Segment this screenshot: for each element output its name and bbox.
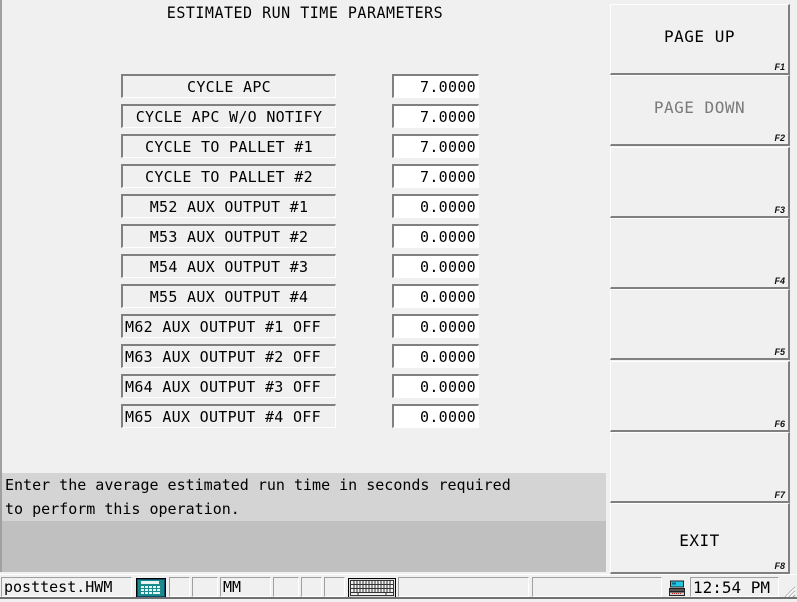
parameter-label: M62 AUX OUTPUT #1 OFF (121, 314, 336, 338)
help-text: Enter the average estimated run time in … (2, 473, 606, 521)
parameter-row: M53 AUX OUTPUT #2 0.0000 (121, 224, 481, 250)
parameter-row: CYCLE TO PALLET #2 7.0000 (121, 164, 481, 190)
function-key-f7-button[interactable]: F7 (610, 432, 790, 503)
function-key-label: PAGE UP (664, 27, 735, 46)
function-key-number: F6 (774, 419, 785, 429)
parameter-value-input[interactable]: 0.0000 (392, 284, 479, 308)
function-key-number: F4 (774, 276, 785, 286)
function-key-number: F1 (774, 62, 785, 72)
status-cell-empty-4 (301, 577, 322, 597)
function-key-number: F2 (774, 133, 785, 143)
parameter-label: CYCLE TO PALLET #1 (121, 134, 336, 158)
status-cell-empty-3 (273, 577, 299, 597)
function-key-f6-button[interactable]: F6 (610, 361, 790, 432)
parameter-row: M62 AUX OUTPUT #1 OFF 0.0000 (121, 314, 481, 340)
resize-grip-icon[interactable] (782, 584, 796, 598)
parameter-label: CYCLE TO PALLET #2 (121, 164, 336, 188)
parameter-label: CYCLE APC (121, 74, 336, 98)
parameter-value-input[interactable]: 0.0000 (392, 194, 479, 218)
function-key-f5-button[interactable]: F5 (610, 289, 790, 360)
status-cell-empty-6 (398, 577, 529, 597)
parameter-label: M52 AUX OUTPUT #1 (121, 194, 336, 218)
page-title: ESTIMATED RUN TIME PARAMETERS (166, 3, 444, 23)
parameter-row: M64 AUX OUTPUT #3 OFF 0.0000 (121, 374, 481, 400)
parameter-value-input[interactable]: 7.0000 (392, 134, 479, 158)
parameter-row: CYCLE APC 7.0000 (121, 74, 481, 100)
parameter-label: M55 AUX OUTPUT #4 (121, 284, 336, 308)
function-key-f4-button[interactable]: F4 (610, 218, 790, 289)
status-cell-empty-2 (192, 577, 218, 597)
parameter-value-input[interactable]: 7.0000 (392, 164, 479, 188)
function-key-label: EXIT (679, 531, 720, 550)
parameter-value-input[interactable]: 0.0000 (392, 224, 479, 248)
parameter-value-input[interactable]: 0.0000 (392, 404, 479, 428)
parameter-label: M54 AUX OUTPUT #3 (121, 254, 336, 278)
parameter-value-input[interactable]: 0.0000 (392, 344, 479, 368)
function-key-label: PAGE DOWN (653, 98, 746, 117)
parameter-row: CYCLE TO PALLET #1 7.0000 (121, 134, 481, 160)
parameter-value-input[interactable]: 0.0000 (392, 254, 479, 278)
status-units: MM (220, 577, 271, 597)
parameter-value-input[interactable]: 7.0000 (392, 104, 479, 128)
parameter-row: M63 AUX OUTPUT #2 OFF 0.0000 (121, 344, 481, 370)
help-area-lower (2, 521, 606, 572)
function-key-number: F8 (774, 561, 785, 571)
function-key-f1-button[interactable]: PAGE UP F1 (610, 4, 790, 75)
parameter-value-input[interactable]: 0.0000 (392, 314, 479, 338)
function-key-number: F5 (774, 347, 785, 357)
function-key-f2-button[interactable]: PAGE DOWN F2 (610, 75, 790, 146)
status-cell-empty-7 (532, 577, 662, 597)
parameter-label: M64 AUX OUTPUT #3 OFF (121, 374, 336, 398)
parameter-value-input[interactable]: 0.0000 (392, 374, 479, 398)
function-key-number: F3 (774, 205, 785, 215)
function-key-f3-button[interactable]: F3 (610, 147, 790, 218)
function-key-panel: PAGE UP F1 PAGE DOWN F2 F3 F4 F5 F6 F7 EXIT F8 (610, 0, 797, 574)
parameter-label: M65 AUX OUTPUT #4 OFF (121, 404, 336, 428)
status-clock: 12:54 PM (690, 577, 779, 597)
function-key-number: F7 (774, 490, 785, 500)
status-filename: posttest.HWM (1, 577, 132, 597)
parameter-value-input[interactable]: 7.0000 (392, 74, 479, 98)
parameter-row: M55 AUX OUTPUT #4 0.0000 (121, 284, 481, 310)
status-cell-empty-5 (324, 577, 345, 597)
parameter-row: M52 AUX OUTPUT #1 0.0000 (121, 194, 481, 220)
parameter-row: M54 AUX OUTPUT #3 0.0000 (121, 254, 481, 280)
parameter-label: M63 AUX OUTPUT #2 OFF (121, 344, 336, 368)
parameter-label: M53 AUX OUTPUT #2 (121, 224, 336, 248)
status-cell-empty-1 (169, 577, 190, 597)
parameter-row: CYCLE APC W/O NOTIFY 7.0000 (121, 104, 481, 130)
parameter-row: M65 AUX OUTPUT #4 OFF 0.0000 (121, 404, 481, 430)
function-key-f8-button[interactable]: EXIT F8 (610, 503, 790, 574)
parameter-label: CYCLE APC W/O NOTIFY (121, 104, 336, 128)
parameter-panel: ESTIMATED RUN TIME PARAMETERS CYCLE APC 7… (0, 0, 607, 572)
